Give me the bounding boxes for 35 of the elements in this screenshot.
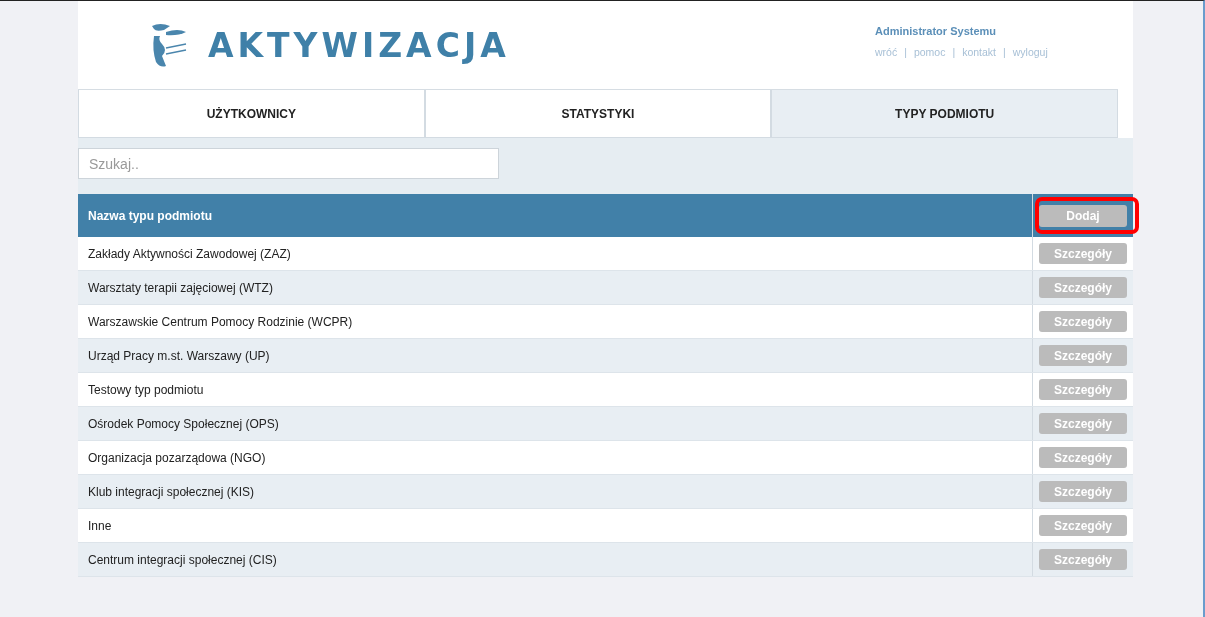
table-cell-text: Zakłady Aktywności Zawodowej (ZAZ) (87, 246, 292, 261)
table-cell-text: Urząd Pracy m.st. Warszawy (UP) (87, 348, 271, 363)
link-separator: | (952, 45, 956, 58)
details-button[interactable]: Szczegóły (1039, 243, 1127, 264)
details-button[interactable]: Szczegóły (1039, 515, 1127, 536)
search-field[interactable]: Szukaj.. (78, 148, 499, 179)
details-button[interactable]: Szczegóły (1039, 549, 1127, 570)
header-link[interactable]: kontakt (962, 45, 996, 58)
details-button[interactable]: Szczegóły (1039, 413, 1127, 434)
logo-text: AKTYWIZACJA (208, 25, 510, 65)
table-cell-text: Warszawskie Centrum Pomocy Rodzinie (WCPR) (87, 314, 354, 329)
header-link[interactable]: pomoc (913, 45, 946, 58)
details-button[interactable]: Szczegóły (1039, 345, 1127, 366)
nav-tab[interactable]: TYPY PODMIOTU (771, 90, 1118, 138)
link-separator: | (904, 45, 907, 58)
column-header: Nazwa typu podmiotu (87, 208, 213, 223)
table-cell-text: Inne (87, 518, 113, 533)
details-button[interactable]: Szczegóły (1039, 481, 1127, 502)
details-button[interactable]: Szczegóły (1039, 311, 1127, 332)
nav-tab[interactable]: UŻYTKOWNICY (78, 90, 425, 138)
table-cell-text: Ośrodek Pomocy Społecznej (OPS) (87, 416, 280, 431)
details-button[interactable]: Szczegóły (1039, 447, 1127, 468)
table-cell-text: Klub integracji społecznej (KIS) (87, 484, 256, 499)
link-separator: | (1003, 45, 1006, 58)
user-name: Administrator Systemu (875, 24, 998, 37)
details-button[interactable]: Szczegóły (1039, 379, 1127, 400)
header-link[interactable]: wyloguj (1012, 45, 1048, 58)
add-button[interactable]: Dodaj (1039, 204, 1127, 227)
table-cell-text: Centrum integracji społecznej (CIS) (87, 552, 278, 567)
nav-tab[interactable]: STATYSTYKI (424, 90, 772, 138)
header-link[interactable]: wróć (875, 45, 898, 58)
table-cell-text: Testowy typ podmiotu (87, 382, 205, 397)
table-cell-text: Organizacja pozarządowa (NGO) (87, 450, 267, 465)
details-button[interactable]: Szczegóły (1039, 277, 1127, 298)
table-cell-text: Warsztaty terapii zajęciowej (WTZ) (87, 280, 274, 295)
